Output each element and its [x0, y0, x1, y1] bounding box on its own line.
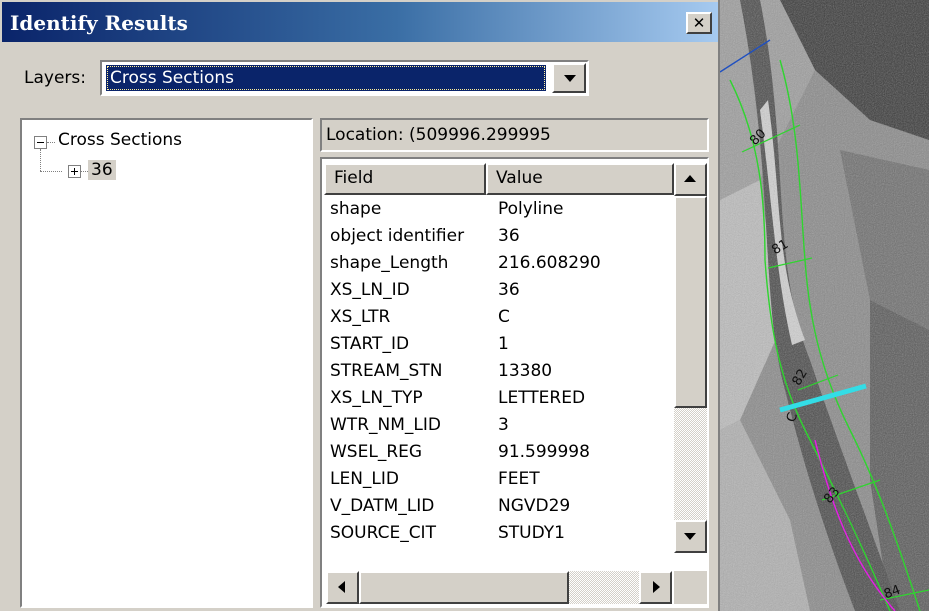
layers-dropdown-button[interactable] [552, 63, 586, 93]
arrow-down-icon [684, 533, 696, 540]
table-row[interactable]: WSEL_REG 91.599998 [322, 442, 672, 466]
tree-root-cross-sections[interactable]: Cross Sections [58, 130, 182, 150]
field-cell: V_DATM_LID [330, 496, 435, 516]
field-cell: START_ID [330, 334, 410, 354]
collapse-icon[interactable] [34, 136, 47, 149]
column-header-value[interactable]: Value [486, 163, 674, 195]
arrow-left-icon [338, 581, 345, 593]
table-row[interactable]: V_DATM_LID NGVD29 [322, 496, 672, 520]
field-cell: WSEL_REG [330, 442, 423, 462]
field-cell: STREAM_STN [330, 361, 443, 381]
scroll-left-button[interactable] [326, 571, 359, 604]
table-row[interactable]: WTR_NM_LID 3 [322, 415, 672, 439]
value-cell: STUDY1 [498, 523, 565, 543]
value-cell: 36 [498, 226, 520, 246]
field-cell: XS_LTR [330, 307, 391, 327]
layers-dropdown[interactable]: Cross Sections [100, 60, 589, 96]
aerial-photo [720, 0, 929, 611]
close-icon: ✕ [692, 13, 706, 32]
window-title: Identify Results [10, 11, 188, 35]
table-row[interactable]: XS_LTR C [322, 307, 672, 331]
table-row[interactable]: XS_LN_TYP LETTERED [322, 388, 672, 412]
value-cell: FEET [498, 469, 540, 489]
table-row[interactable]: SOURCE_CIT STUDY1 [322, 523, 672, 547]
tree-connector [47, 142, 55, 143]
table-row[interactable]: shape_Length 216.608290 [322, 253, 672, 277]
value-cell: 91.599998 [498, 442, 590, 462]
field-cell: object identifier [330, 226, 465, 246]
tree-connector [40, 149, 41, 171]
table-row[interactable]: STREAM_STN 13380 [322, 361, 672, 385]
arrow-up-icon [684, 175, 696, 182]
value-cell: 36 [498, 280, 520, 300]
value-cell: LETTERED [498, 388, 586, 408]
field-cell: XS_LN_ID [330, 280, 410, 300]
table-row[interactable]: XS_LN_ID 36 [322, 280, 672, 304]
field-cell: WTR_NM_LID [330, 415, 441, 435]
table-row[interactable]: LEN_LID FEET [322, 469, 672, 493]
value-cell: Polyline [498, 199, 564, 219]
layers-label: Layers: [24, 68, 86, 88]
table-row[interactable]: shape Polyline [322, 199, 672, 223]
horizontal-scrollbar[interactable] [326, 571, 672, 604]
vertical-scroll-thumb[interactable] [674, 196, 707, 408]
map-view[interactable]: 80 81 82 83 84 C [720, 0, 929, 611]
field-cell: shape_Length [330, 253, 449, 273]
attributes-list[interactable]: Field Value shape Polyline object identif… [320, 157, 709, 608]
scroll-corner [674, 571, 707, 604]
value-cell: 216.608290 [498, 253, 601, 273]
field-cell: shape [330, 199, 382, 219]
field-cell: SOURCE_CIT [330, 523, 436, 543]
scroll-down-button[interactable] [674, 520, 707, 553]
value-cell: C [498, 307, 510, 327]
column-header-field[interactable]: Field [324, 163, 486, 195]
tree-connector [40, 171, 62, 172]
location-field: Location: (509996.299995 [320, 118, 709, 152]
value-cell: 1 [498, 334, 509, 354]
layers-selected-value: Cross Sections [106, 65, 546, 91]
expand-icon[interactable] [68, 165, 81, 178]
field-cell: XS_LN_TYP [330, 388, 423, 408]
scroll-up-button[interactable] [674, 163, 707, 196]
horizontal-scroll-thumb[interactable] [359, 571, 569, 604]
value-cell: NGVD29 [498, 496, 571, 516]
scroll-right-button[interactable] [639, 571, 672, 604]
tree-connector [81, 171, 88, 172]
results-tree[interactable]: Cross Sections 36 [20, 118, 313, 608]
close-button[interactable]: ✕ [686, 12, 712, 34]
vertical-scrollbar[interactable] [674, 163, 707, 553]
location-text: Location: (509996.299995 [326, 125, 551, 145]
table-row[interactable]: object identifier 36 [322, 226, 672, 250]
title-bar[interactable]: Identify Results ✕ [2, 2, 718, 42]
identify-results-dialog: Identify Results ✕ Layers: Cross Section… [0, 0, 720, 611]
tree-item-36[interactable]: 36 [88, 160, 116, 180]
value-cell: 3 [498, 415, 509, 435]
field-cell: LEN_LID [330, 469, 400, 489]
table-row[interactable]: START_ID 1 [322, 334, 672, 358]
arrow-right-icon [653, 581, 660, 593]
value-cell: 13380 [498, 361, 553, 381]
chevron-down-icon [564, 75, 576, 82]
